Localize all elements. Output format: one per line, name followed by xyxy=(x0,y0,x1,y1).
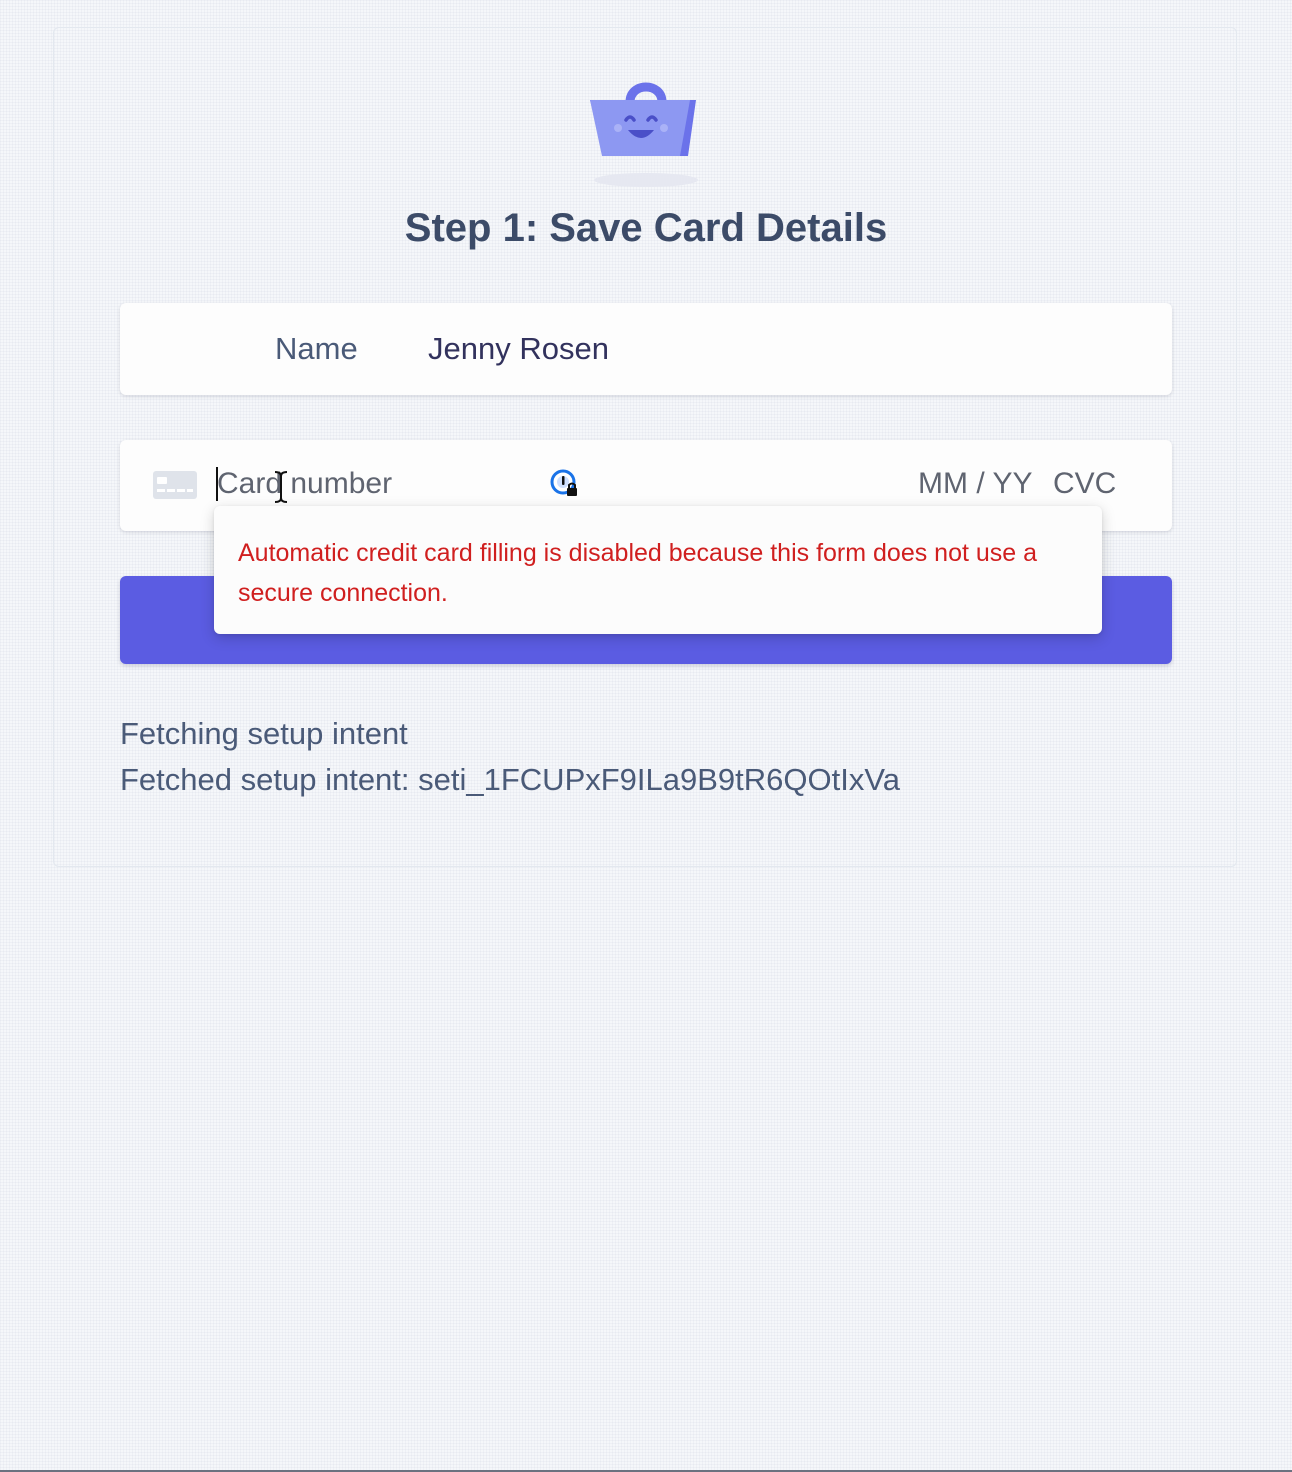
text-caret xyxy=(216,467,218,501)
status-line: Fetching setup intent xyxy=(120,716,408,751)
card-cvc-input[interactable]: CVC xyxy=(1053,467,1116,501)
name-field-container: Name Jenny Rosen xyxy=(120,303,1172,395)
card-expiry-input[interactable]: MM / YY xyxy=(918,467,1032,501)
name-label: Name xyxy=(275,331,358,366)
card-number-input[interactable]: Card number xyxy=(217,467,392,501)
autofill-warning-tooltip: Automatic credit card filling is disable… xyxy=(214,506,1102,634)
status-line: Fetched setup intent: seti_1FCUPxF9ILa9B… xyxy=(120,762,900,797)
shopping-basket-smile-icon xyxy=(590,82,698,187)
page-title: Step 1: Save Card Details xyxy=(404,206,888,250)
name-input[interactable]: Jenny Rosen xyxy=(428,331,609,367)
password-manager-lock-icon[interactable] xyxy=(550,469,580,499)
text-cursor-icon xyxy=(274,471,288,503)
credit-card-icon xyxy=(153,471,197,499)
